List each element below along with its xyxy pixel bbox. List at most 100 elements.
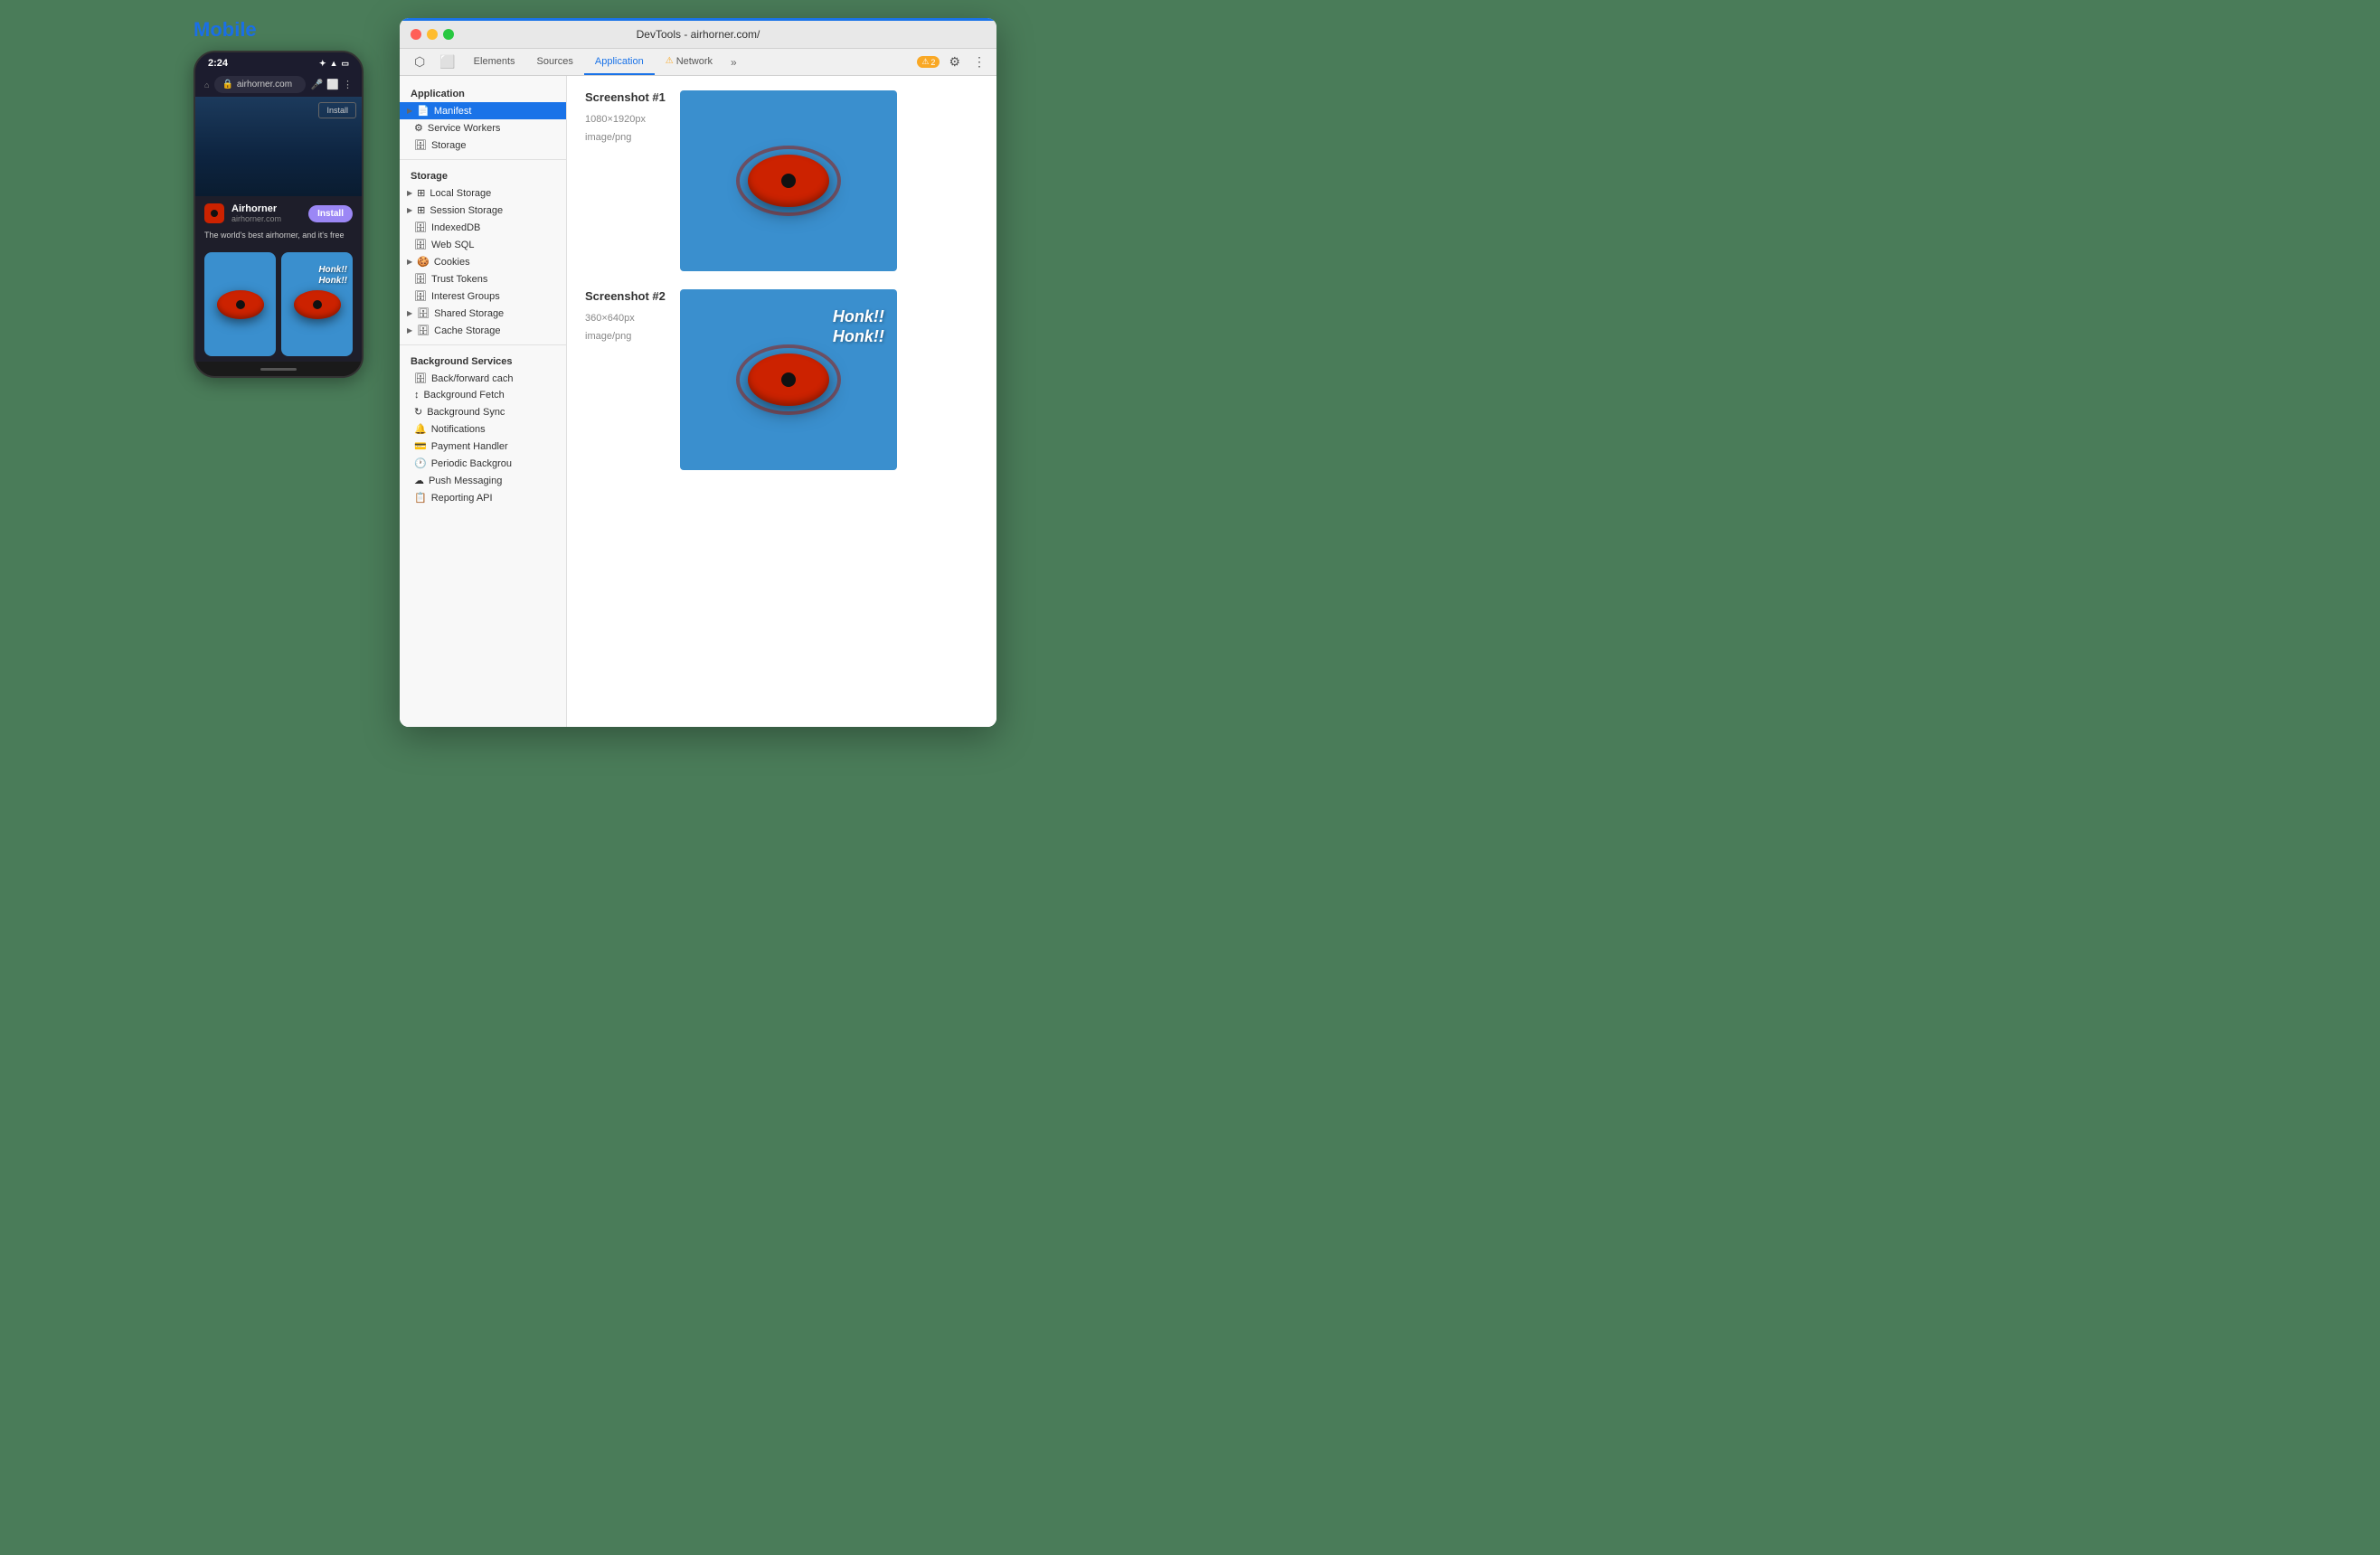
install-top-button[interactable]: Install: [318, 102, 356, 118]
manifest-label: Manifest: [434, 106, 472, 117]
device-icon[interactable]: ⬜: [432, 49, 462, 75]
left-section: Mobile 2:24 ✦ ▲ ▭ ⌂ 🔒 airhorner.com 🎤 ⬜ …: [194, 18, 364, 378]
battery-icon: ▭: [341, 59, 349, 69]
mobile-label: Mobile: [194, 18, 257, 42]
shared-label: Shared Storage: [434, 308, 504, 319]
honk-text-phone: Honk!!Honk!!: [318, 265, 347, 287]
more-devtools-icon[interactable]: ⋮: [969, 54, 989, 70]
sidebar-item-session-storage[interactable]: ▶ ⊞ Session Storage: [400, 202, 566, 219]
ss-label: Session Storage: [430, 205, 503, 216]
report-label: Reporting API: [431, 493, 493, 504]
horn-center-2: [313, 300, 322, 309]
tab-network-label: Network: [676, 56, 713, 67]
screenshot-row-2: Screenshot #2 360×640px image/png Honk!!…: [585, 289, 978, 470]
sidebar-item-interest-groups[interactable]: 🗄 Interest Groups: [400, 287, 566, 305]
websql-label: Web SQL: [431, 240, 475, 250]
phone-address-bar[interactable]: ⌂ 🔒 airhorner.com 🎤 ⬜ ⋮: [195, 72, 362, 97]
pbs-icon: 🕐: [414, 457, 427, 469]
devtools-title: DevTools - airhorner.com/: [637, 28, 760, 41]
more-tabs-icon[interactable]: »: [723, 51, 744, 74]
sidebar-item-local-storage[interactable]: ▶ ⊞ Local Storage: [400, 184, 566, 202]
bfc-icon: 🗄: [414, 372, 427, 384]
phone-address-input[interactable]: 🔒 airhorner.com: [214, 76, 305, 93]
install-button[interactable]: Install: [308, 205, 353, 222]
screenshot-1-type: image/png: [585, 129, 666, 147]
idb-icon: 🗄: [414, 221, 427, 233]
bgf-icon: ↕: [414, 390, 420, 401]
screenshot-2-info: Screenshot #2 360×640px image/png: [585, 289, 666, 350]
cache-icon: 🗄: [417, 325, 430, 336]
phone-screenshot-1: [204, 252, 276, 356]
mic-icon[interactable]: 🎤: [311, 79, 324, 90]
app-name: Airhorner: [231, 203, 301, 214]
tab-icon[interactable]: ⬜: [326, 79, 339, 90]
tab-elements[interactable]: Elements: [463, 50, 526, 75]
screenshot-2-meta: 360×640px image/png: [585, 310, 666, 346]
close-button[interactable]: [411, 29, 421, 40]
sidebar-item-notifications[interactable]: 🔔 Notifications: [400, 420, 566, 438]
sw-icon: ⚙: [414, 122, 423, 134]
sidebar-item-push[interactable]: ☁ Push Messaging: [400, 472, 566, 489]
sidebar-item-bg-sync[interactable]: ↻ Background Sync: [400, 403, 566, 420]
app-icon: [204, 203, 224, 223]
phone-status-icons: ✦ ▲ ▭: [319, 59, 349, 69]
screenshot-1-title: Screenshot #1: [585, 90, 666, 104]
horn-center-1: [236, 300, 245, 309]
devtools-tab-actions: ⚠ 2 ⚙ ⋮: [917, 54, 989, 70]
sidebar-item-periodic-bg[interactable]: 🕐 Periodic Backgrou: [400, 455, 566, 472]
sidebar-item-websql[interactable]: 🗄 Web SQL: [400, 236, 566, 253]
honk-text-main: Honk!!Honk!!: [833, 307, 884, 346]
ls-label: Local Storage: [430, 188, 491, 199]
tab-sources[interactable]: Sources: [526, 50, 584, 75]
warn-count: 2: [930, 58, 935, 67]
sidebar-item-storage[interactable]: 🗄 Storage: [400, 137, 566, 154]
cookies-label: Cookies: [434, 257, 470, 268]
sidebar-item-shared-storage[interactable]: ▶ 🗄 Shared Storage: [400, 305, 566, 322]
sidebar-item-indexeddb[interactable]: 🗄 IndexedDB: [400, 219, 566, 236]
more-icon[interactable]: ⋮: [343, 79, 353, 90]
sidebar-item-reporting[interactable]: 📋 Reporting API: [400, 489, 566, 506]
sidebar-item-manifest[interactable]: ▶ 📄 Manifest: [400, 102, 566, 119]
pay-icon: 💳: [414, 440, 427, 452]
sidebar-item-payment[interactable]: 💳 Payment Handler: [400, 438, 566, 455]
settings-icon[interactable]: ⚙: [943, 54, 966, 70]
sidebar-item-cookies[interactable]: ▶ 🍪 Cookies: [400, 253, 566, 270]
cache-arrow: ▶: [407, 326, 412, 335]
shared-arrow: ▶: [407, 309, 412, 317]
ls-arrow: ▶: [407, 189, 412, 197]
cookies-icon: 🍪: [417, 256, 430, 268]
screenshot-2-type: image/png: [585, 328, 666, 346]
minimize-button[interactable]: [427, 29, 438, 40]
tab-application[interactable]: Application: [584, 50, 655, 75]
push-label: Push Messaging: [429, 476, 502, 486]
horn-main-1: [748, 155, 829, 207]
horn-outer-2: [294, 290, 341, 319]
phone-time: 2:24: [208, 58, 228, 69]
home-icon: ⌂: [204, 80, 209, 90]
phone-status-bar: 2:24 ✦ ▲ ▭: [195, 52, 362, 72]
sidebar-item-service-workers[interactable]: ⚙ Service Workers: [400, 119, 566, 137]
phone-hero-area: Install: [195, 97, 362, 196]
ig-icon: 🗄: [414, 290, 427, 302]
screenshot-2-size: 360×640px: [585, 310, 666, 328]
ls-icon: ⊞: [417, 187, 425, 199]
tab-network[interactable]: ⚠ Network: [655, 50, 723, 75]
address-text: airhorner.com: [237, 80, 292, 90]
sidebar-item-cache-storage[interactable]: ▶ 🗄 Cache Storage: [400, 322, 566, 339]
app-dot: [211, 210, 218, 217]
screenshot-section-1: Screenshot #1 1080×1920px image/png: [585, 90, 978, 271]
manifest-arrow: ▶: [407, 107, 412, 115]
maximize-button[interactable]: [443, 29, 454, 40]
screenshot-preview-1: [680, 90, 897, 271]
bgf-label: Background Fetch: [424, 390, 505, 401]
inspect-icon[interactable]: ⬡: [407, 49, 432, 75]
horn-outer-1: [217, 290, 264, 319]
pay-label: Payment Handler: [431, 441, 508, 452]
sidebar-item-trust-tokens[interactable]: 🗄 Trust Tokens: [400, 270, 566, 287]
report-icon: 📋: [414, 492, 427, 504]
horn-main-2: [748, 353, 829, 406]
phone-screenshots: Honk!!Honk!!: [195, 247, 362, 362]
sidebar-item-bfcache[interactable]: 🗄 Back/forward cach: [400, 370, 566, 387]
cache-label: Cache Storage: [434, 325, 500, 336]
sidebar-item-bg-fetch[interactable]: ↕ Background Fetch: [400, 387, 566, 403]
